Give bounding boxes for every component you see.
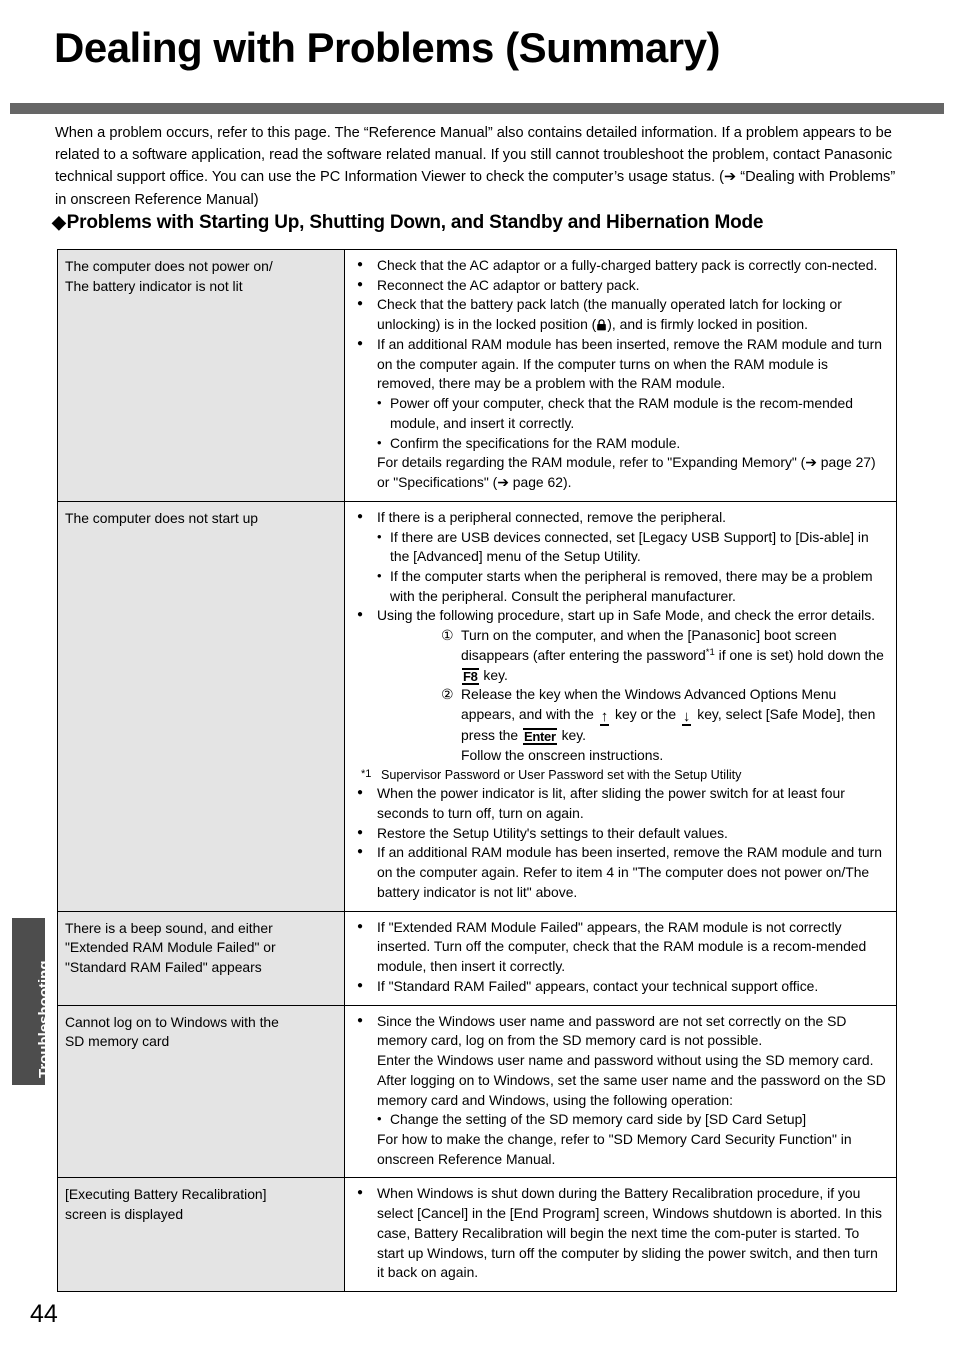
list-item-text: When the power indicator is lit, after s… bbox=[377, 785, 845, 821]
list-item: Restore the Setup Utility's settings to … bbox=[355, 823, 887, 844]
list-item-text: Reconnect the AC adaptor or battery pack… bbox=[377, 276, 640, 293]
symptom-line: The battery indicator is not lit bbox=[65, 277, 243, 294]
table-row: The computer does not start up If there … bbox=[57, 500, 897, 912]
symptom-line: "Standard RAM Failed" appears bbox=[65, 959, 262, 976]
table-row: There is a beep sound, and either "Exten… bbox=[57, 910, 897, 1006]
list-item: When Windows is shut down during the Bat… bbox=[355, 1183, 887, 1283]
symptom-line: SD memory card bbox=[65, 1033, 170, 1050]
arrow-down-key-glyph: ↓ bbox=[681, 708, 692, 727]
sub-list-item: If the computer starts when the peripher… bbox=[377, 567, 887, 606]
solution-cell: Since the Windows user name and password… bbox=[344, 1004, 897, 1179]
solution-cell: Check that the AC adaptor or a fully-cha… bbox=[344, 249, 897, 502]
list-item-text: Check that the AC adaptor or a fully-cha… bbox=[377, 257, 878, 273]
solution-cell: If "Extended RAM Module Failed" appears,… bbox=[344, 910, 897, 1006]
solution-bullet-list: Since the Windows user name and password… bbox=[355, 1011, 887, 1170]
sub-list-item: If there are USB devices connected, set … bbox=[377, 528, 887, 567]
list-item: When the power indicator is lit, after s… bbox=[355, 783, 887, 823]
list-item: If an additional RAM module has been ins… bbox=[355, 334, 887, 493]
arrow-up-key-glyph: ↑ bbox=[599, 708, 610, 727]
list-item: Reconnect the AC adaptor or battery pack… bbox=[355, 275, 887, 296]
symptom-cell: [Executing Battery Recalibration] screen… bbox=[57, 1177, 345, 1293]
list-item-text: If an additional RAM module has been ins… bbox=[377, 844, 882, 900]
list-item-text: ), and is firmly locked in position. bbox=[607, 316, 809, 333]
footnote-marker: *1 bbox=[361, 767, 372, 780]
list-item: ① Turn on the computer, and when the [Pan… bbox=[441, 626, 887, 685]
symptom-line: There is a beep sound, and either bbox=[65, 919, 273, 936]
table-row: [Executing Battery Recalibration] screen… bbox=[57, 1177, 897, 1293]
diamond-bullet-icon: ◆ bbox=[52, 212, 66, 232]
solution-bullet-list: Check that the AC adaptor or a fully-cha… bbox=[355, 255, 887, 493]
step-number: ① bbox=[441, 627, 454, 644]
padlock-icon bbox=[596, 319, 607, 331]
symptom-cell: Cannot log on to Windows with the SD mem… bbox=[57, 1004, 345, 1179]
step-text: key. bbox=[479, 666, 508, 683]
f8-key-glyph: F8 bbox=[462, 667, 479, 685]
step-text: if one is set) hold down the bbox=[714, 646, 884, 663]
numbered-steps-list: ① Turn on the computer, and when the [Pan… bbox=[355, 626, 887, 765]
continuation-text: After logging on to Windows, set the sam… bbox=[377, 1071, 886, 1108]
symptom-line: "Extended RAM Module Failed" or bbox=[65, 939, 276, 956]
side-tab-label: Troubleshooting bbox=[36, 960, 53, 1079]
table-row: Cannot log on to Windows with the SD mem… bbox=[57, 1004, 897, 1179]
title-divider-rule bbox=[10, 103, 944, 114]
table-row: The computer does not power on/ The batt… bbox=[57, 249, 897, 502]
sub-list-item: Power off your computer, check that the … bbox=[377, 394, 887, 433]
list-item-text: If "Standard RAM Failed" appears, contac… bbox=[377, 977, 819, 994]
footnote-marker: *1 bbox=[705, 646, 715, 658]
symptom-line: [Executing Battery Recalibration] bbox=[65, 1186, 267, 1203]
page-number: 44 bbox=[30, 1300, 58, 1328]
solution-cell: If there is a peripheral connected, remo… bbox=[344, 500, 897, 912]
symptom-line: The computer does not power on/ bbox=[65, 258, 273, 274]
page-title: Dealing with Problems (Summary) bbox=[54, 24, 720, 71]
list-item: If "Extended RAM Module Failed" appears,… bbox=[355, 917, 887, 977]
list-item-text: If "Extended RAM Module Failed" appears,… bbox=[377, 918, 867, 975]
list-item-text: Restore the Setup Utility's settings to … bbox=[377, 824, 728, 841]
list-item-text: If an additional RAM module has been ins… bbox=[377, 335, 882, 392]
step-text: key or the bbox=[611, 706, 680, 723]
symptom-cell: The computer does not start up bbox=[57, 500, 345, 912]
symptom-line: screen is displayed bbox=[65, 1206, 184, 1223]
list-item-text: Using the following procedure, start up … bbox=[377, 607, 876, 624]
list-item: If "Standard RAM Failed" appears, contac… bbox=[355, 976, 887, 997]
step-number: ② bbox=[441, 686, 454, 703]
list-item: Since the Windows user name and password… bbox=[355, 1011, 887, 1170]
step-text: Follow the onscreen instructions. bbox=[461, 746, 664, 763]
solution-bullet-list: When Windows is shut down during the Bat… bbox=[355, 1183, 887, 1283]
symptom-cell: The computer does not power on/ The batt… bbox=[57, 249, 345, 502]
solution-bullet-list-continued: When the power indicator is lit, after s… bbox=[355, 783, 887, 902]
solution-bullet-list: If there is a peripheral connected, remo… bbox=[355, 507, 887, 626]
solution-cell: When Windows is shut down during the Bat… bbox=[344, 1177, 897, 1293]
list-item: Check that the battery pack latch (the m… bbox=[355, 294, 887, 334]
side-tab-troubleshooting: Troubleshooting bbox=[12, 918, 53, 1085]
list-item-text: If there is a peripheral connected, remo… bbox=[377, 508, 727, 525]
continuation-text: For details regarding the RAM module, re… bbox=[377, 454, 876, 491]
solution-bullet-list: If "Extended RAM Module Failed" appears,… bbox=[355, 917, 887, 997]
footnote-text: Supervisor Password or User Password set… bbox=[381, 767, 742, 782]
footnote: *1 Supervisor Password or User Password s… bbox=[355, 767, 887, 785]
symptom-line: The computer does not start up bbox=[65, 509, 259, 526]
step-text: key. bbox=[557, 727, 587, 744]
symptom-line: Cannot log on to Windows with the bbox=[65, 1013, 279, 1030]
list-item: Using the following procedure, start up … bbox=[355, 605, 887, 626]
symptom-cell: There is a beep sound, and either "Exten… bbox=[57, 910, 345, 1006]
list-item-text: When Windows is shut down during the Bat… bbox=[377, 1185, 882, 1281]
continuation-text: Enter the Windows user name and password… bbox=[377, 1052, 874, 1069]
continuation-text: For how to make the change, refer to "SD… bbox=[377, 1131, 852, 1167]
section-heading: ◆Problems with Starting Up, Shutting Dow… bbox=[52, 212, 912, 234]
sub-list-item: Confirm the specifications for the RAM m… bbox=[377, 434, 887, 454]
list-item: Check that the AC adaptor or a fully-cha… bbox=[355, 255, 887, 276]
list-item: ② Release the key when the Windows Advanc… bbox=[441, 685, 887, 765]
list-item: If there is a peripheral connected, remo… bbox=[355, 507, 887, 607]
list-item: If an additional RAM module has been ins… bbox=[355, 842, 887, 902]
enter-key-glyph: Enter bbox=[523, 728, 557, 746]
intro-paragraph: When a problem occurs, refer to this pag… bbox=[55, 125, 896, 208]
list-item-text: Since the Windows user name and password… bbox=[377, 1012, 847, 1049]
troubleshooting-table: The computer does not power on/ The batt… bbox=[57, 249, 897, 1293]
sub-list-item: Change the setting of the SD memory card… bbox=[377, 1110, 887, 1130]
section-heading-label: Problems with Starting Up, Shutting Down… bbox=[66, 212, 764, 233]
